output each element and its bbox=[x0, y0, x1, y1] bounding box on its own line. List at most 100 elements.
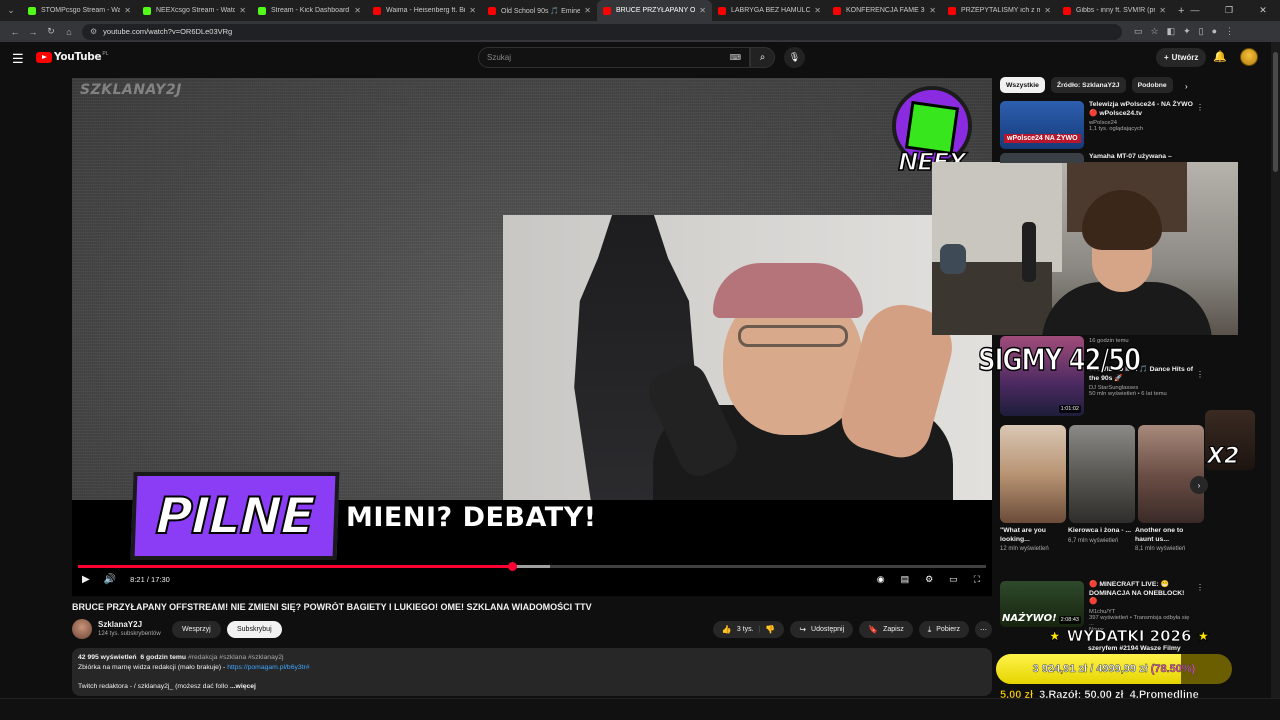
youtube-favicon-icon bbox=[948, 6, 956, 15]
back-icon[interactable]: ← bbox=[6, 27, 24, 37]
notifications-bell-icon[interactable]: 🔔 bbox=[1213, 50, 1227, 63]
theater-mode-icon[interactable]: ▭ bbox=[949, 574, 958, 585]
menu-icon[interactable]: ☰ bbox=[12, 51, 24, 67]
minimize-icon[interactable]: — bbox=[1178, 0, 1212, 21]
tab-title: Stream - Kick Dashboard bbox=[271, 7, 350, 14]
extension-icon[interactable]: ◧ bbox=[1167, 26, 1176, 37]
short-thumbnail[interactable] bbox=[1000, 425, 1066, 523]
browser-tab[interactable]: BRUCE PRZYŁAPANY OFFSTREAM✕ bbox=[597, 0, 712, 21]
thumbs-up-icon: 👍 bbox=[721, 625, 732, 634]
restore-icon[interactable]: ❐ bbox=[1212, 0, 1246, 21]
thumbs-down-icon[interactable]: 👎 bbox=[765, 625, 775, 634]
tab-close-icon[interactable]: ✕ bbox=[814, 6, 821, 15]
reload-icon[interactable]: ↻ bbox=[42, 26, 60, 37]
youtube-logo[interactable]: YouTube PL bbox=[36, 51, 108, 63]
keyboard-icon[interactable]: ⌨ bbox=[729, 53, 741, 62]
progress-scrubber[interactable] bbox=[508, 562, 518, 571]
short-info[interactable]: "What are you looking... 12 mln wyświetl… bbox=[1000, 527, 1066, 552]
scrollbar-thumb[interactable] bbox=[1273, 52, 1278, 172]
subtitles-icon[interactable]: ▤ bbox=[901, 574, 910, 585]
user-avatar[interactable] bbox=[1240, 48, 1258, 66]
browser-tab[interactable]: STOMPcsgo Stream - Watch Live✕ bbox=[22, 0, 137, 21]
support-button[interactable]: Wesprzyj bbox=[172, 621, 221, 638]
short-info[interactable]: Another one to haunt us... 8,1 mln wyświ… bbox=[1135, 527, 1201, 552]
tab-close-icon[interactable]: ✕ bbox=[584, 6, 591, 15]
hashtags[interactable]: #redakcja #szklana #szklanay2j bbox=[188, 654, 284, 661]
page-scrollbar[interactable] bbox=[1271, 42, 1280, 698]
tab-close-icon[interactable]: ✕ bbox=[469, 6, 476, 15]
download-button[interactable]: ⤓ Pobierz bbox=[918, 621, 969, 638]
short-thumbnail[interactable] bbox=[1069, 425, 1135, 523]
sidebar-icon[interactable]: ▯ bbox=[1199, 26, 1204, 37]
more-actions-button[interactable]: ⋯ bbox=[975, 621, 992, 638]
show-more-link[interactable]: ...więcej bbox=[230, 683, 256, 690]
url-field[interactable]: ⚙ youtube.com/watch?v=OR6DLe03VRg bbox=[82, 23, 1122, 40]
home-icon[interactable]: ⌂ bbox=[60, 27, 78, 37]
rec-more-icon[interactable]: ⋮ bbox=[1196, 583, 1204, 592]
donation-link[interactable]: https://pomagam.pl/b6y3tr# bbox=[227, 664, 309, 671]
rec-more-icon[interactable]: ⋮ bbox=[1196, 103, 1204, 112]
os-taskbar bbox=[0, 698, 1280, 720]
video-player[interactable]: SZKLANAY2J NEEX PILNE MIENI? DEBATY! bbox=[72, 78, 992, 596]
share-button[interactable]: ↪ Udostępnij bbox=[790, 621, 854, 638]
channel-avatar[interactable] bbox=[72, 619, 92, 639]
settings-gear-icon[interactable]: ⚙ bbox=[925, 574, 933, 585]
short-info[interactable]: Kierowca i żona - ... 6,7 mln wyświetleń bbox=[1068, 527, 1134, 544]
close-window-icon[interactable]: ✕ bbox=[1246, 0, 1280, 21]
tab-search-icon[interactable]: ⌄ bbox=[4, 4, 18, 18]
browser-tab[interactable]: Gibbs - inny ft. SVM!R (prod.✕ bbox=[1057, 0, 1172, 21]
create-button[interactable]: + Utwórz bbox=[1156, 48, 1207, 67]
chip-all[interactable]: Wszystkie bbox=[1000, 77, 1045, 93]
browser-tab[interactable]: KONFERENCJA FAME 30 (REL ✕ bbox=[827, 0, 942, 21]
tab-close-icon[interactable]: ✕ bbox=[124, 6, 131, 15]
tab-close-icon[interactable]: ✕ bbox=[1159, 6, 1166, 15]
browser-tab[interactable]: PRZEPYTALIŚMY ich z mapy P✕ bbox=[942, 0, 1057, 21]
puzzle-icon[interactable]: ✦ bbox=[1183, 26, 1191, 37]
tab-close-icon[interactable]: ✕ bbox=[354, 6, 361, 15]
recommendation-item[interactable]: Yamaha MT-07 używana – ⋮ bbox=[1000, 153, 1194, 163]
channel-name[interactable]: SzklanaY2J bbox=[98, 620, 142, 629]
like-button[interactable]: 👍 3 tys. | 👎 bbox=[712, 621, 785, 638]
browser-tab[interactable]: NEEXcsgo Stream - Watch Live✕ bbox=[137, 0, 252, 21]
like-count: 3 tys. bbox=[736, 626, 754, 633]
chip-source[interactable]: Źródło: SzklanaY2J bbox=[1050, 77, 1126, 93]
chips-next-icon[interactable]: › bbox=[1185, 82, 1188, 91]
search-button[interactable]: ⌕ bbox=[750, 47, 775, 68]
tab-close-icon[interactable]: ✕ bbox=[699, 6, 706, 15]
recommendation-item[interactable]: NAŻYWO! 2:08:43 🔴 MINECRAFT LIVE: 😁 DOMI… bbox=[1000, 581, 1204, 633]
twitch-handle[interactable]: / szklanay2j_ bbox=[134, 683, 173, 690]
cast-icon[interactable]: ▭ bbox=[1134, 26, 1143, 37]
browser-tab[interactable]: Old School 90s 🎵 Eminem & ✕ bbox=[482, 0, 597, 21]
rec-more-icon[interactable]: ⋮ bbox=[1196, 370, 1204, 379]
play-icon[interactable]: ▶ bbox=[82, 574, 90, 585]
site-info-icon[interactable]: ⚙ bbox=[90, 27, 97, 36]
profile-icon[interactable]: ● bbox=[1212, 26, 1217, 37]
browser-tab-strip: ⌄ STOMPcsgo Stream - Watch Live✕NEEXcsgo… bbox=[0, 0, 1280, 21]
recommendation-item[interactable]: wPolsce24 NA ŻYWO Telewizja wPolsce24 - … bbox=[1000, 101, 1204, 149]
browser-tab[interactable]: Stream - Kick Dashboard ✕ bbox=[252, 0, 367, 21]
forward-icon[interactable]: → bbox=[24, 27, 42, 37]
browser-menu-icon[interactable]: ⋮ bbox=[1225, 26, 1234, 37]
voice-search-button[interactable]: 🎙 bbox=[784, 47, 805, 68]
short-thumbnail[interactable] bbox=[1138, 425, 1204, 523]
subscribe-button[interactable]: Subskrybuj bbox=[227, 621, 282, 638]
bookmark-star-icon[interactable]: ☆ bbox=[1151, 26, 1159, 37]
chip-similar[interactable]: Podobne bbox=[1131, 77, 1173, 93]
shorts-next-button[interactable]: › bbox=[1190, 476, 1208, 494]
view-count: 42 995 wyświetleń bbox=[78, 654, 137, 661]
description-box[interactable]: 42 995 wyświetleń 6 godzin temu #redakcj… bbox=[72, 648, 992, 696]
browser-tab[interactable]: Waima - Heisenberg ft. Białas ✕ bbox=[367, 0, 482, 21]
fullscreen-icon[interactable]: ⛶ bbox=[974, 574, 980, 585]
tab-close-icon[interactable]: ✕ bbox=[929, 6, 936, 15]
youtube-favicon-icon bbox=[833, 6, 841, 15]
search-input[interactable]: Szukaj ⌨ bbox=[478, 47, 750, 68]
volume-icon[interactable]: 🔊 bbox=[104, 574, 116, 585]
browser-tab[interactable]: LABRYGA BEZ HAMULCÓW✕ bbox=[712, 0, 827, 21]
duration: 17:30 bbox=[151, 575, 170, 584]
tab-close-icon[interactable]: ✕ bbox=[1044, 6, 1051, 15]
progress-bar[interactable] bbox=[78, 562, 986, 571]
live2-title[interactable]: szeryfem #2194 Wasze Filmy bbox=[1088, 645, 1181, 652]
autoplay-toggle-icon[interactable]: ◉ bbox=[877, 574, 885, 585]
save-button[interactable]: 🔖 Zapisz bbox=[859, 621, 913, 638]
tab-close-icon[interactable]: ✕ bbox=[239, 6, 246, 15]
